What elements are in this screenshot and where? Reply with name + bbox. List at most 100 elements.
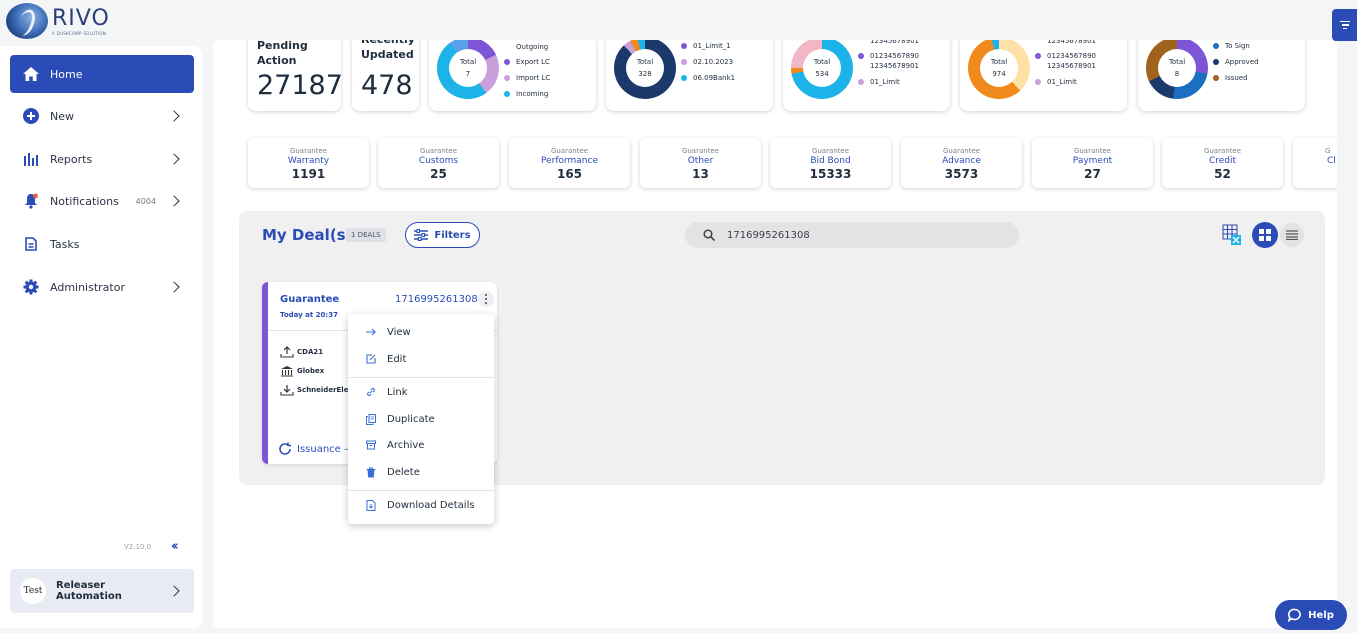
donut-card-limits[interactable]: Total 328 01_Limit_1 02.10.2023 06.09Bank… [606, 40, 773, 111]
donut-total-label: Total [813, 58, 831, 66]
sidebar-item-tasks[interactable]: Tasks [10, 225, 194, 263]
app-logo[interactable]: RIVO A DUSKCOMP SOLUTION [6, 3, 110, 39]
sidebar-item-label: Home [50, 67, 83, 81]
sidebar-item-label: New [50, 109, 74, 123]
donut-card-status[interactable]: Total 8 To Sign Approved Issued [1138, 40, 1305, 111]
chevron-right-icon [168, 281, 180, 293]
link-icon [364, 385, 378, 399]
legend-item: Issued [1213, 74, 1248, 82]
sidebar-item-home[interactable]: Home [10, 55, 194, 93]
stat-card-recent[interactable]: Recently Updated 478 [352, 40, 419, 111]
donut-total-label: Total [459, 58, 477, 66]
sidebar-item-label: Notifications [50, 194, 119, 208]
donut-total: 328 [638, 70, 652, 78]
legend-item: Approved [1213, 58, 1259, 66]
brand-tagline: A DUSKCOMP SOLUTION [52, 30, 107, 36]
donut-total: 8 [1174, 70, 1180, 78]
list-icon [1286, 230, 1298, 240]
download-party-icon [280, 385, 294, 396]
sidebar-item-administrator[interactable]: Administrator [10, 268, 194, 306]
legend-item: Import LC [504, 74, 550, 82]
deal-status: Issuance – [278, 442, 349, 456]
download-doc-icon [364, 498, 378, 512]
filters-label: Filters [434, 229, 471, 241]
legend-item: 12345678901 [1047, 40, 1096, 45]
search-input[interactable]: 1716995261308 [685, 222, 1019, 248]
legend-item: Incoming [504, 90, 548, 98]
guarantee-tile-warranty[interactable]: Guarantee Warranty 1191 [248, 138, 369, 188]
menu-item-view[interactable]: View [348, 319, 494, 345]
donut-card-accounts-a[interactable]: Total 534 12345678901 01234567890 1234567… [783, 40, 950, 111]
user-profile-button[interactable]: Test Releaser Automation [10, 569, 194, 613]
list-view-button[interactable] [1280, 223, 1304, 247]
app-version: V2.10.0 [124, 543, 152, 551]
refresh-icon [279, 442, 291, 455]
donut-chart: Total 8 [1146, 40, 1208, 99]
donut-chart: Total 7 [437, 40, 499, 99]
guarantee-tile-advance[interactable]: Guarantee Advance 3573 [901, 138, 1022, 188]
sidebar-item-notifications[interactable]: Notifications 4004 [10, 182, 194, 220]
guarantee-tile-customs[interactable]: Guarantee Customs 25 [378, 138, 499, 188]
archive-icon [364, 438, 378, 452]
stat-card-pending[interactable]: Pending Action 27187 [248, 40, 341, 111]
guarantee-tile-credit[interactable]: Guarantee Credit 52 [1162, 138, 1283, 188]
party-beneficiary: SchneiderEle [280, 384, 348, 396]
stat-title: Pending Action [257, 40, 308, 67]
divider [348, 490, 494, 491]
notification-count: 4004 [135, 196, 156, 206]
brand-name: RIVO [52, 5, 110, 31]
donut-chart: Total 974 [968, 40, 1030, 99]
legend-item: 06.09Bank1 [681, 74, 735, 82]
arrow-right-icon [364, 325, 378, 339]
guarantee-tile-other[interactable]: Guarantee Other 13 [640, 138, 761, 188]
chevron-right-icon [168, 585, 180, 597]
top-menu-button[interactable] [1332, 9, 1357, 41]
donut-card-accounts-b[interactable]: Total 974 12345678901 01234567890 1234567… [960, 40, 1127, 111]
sidebar-item-label: Reports [50, 152, 93, 166]
search-value: 1716995261308 [727, 229, 810, 241]
menu-item-download-details[interactable]: Download Details [348, 492, 494, 518]
bank-icon [281, 366, 293, 377]
legend-item: Export LC [504, 58, 550, 66]
legend-item: 12345678901 [870, 62, 919, 70]
stat-value: 27187 [257, 70, 341, 101]
bar-chart-icon [22, 150, 40, 168]
edit-icon [364, 352, 378, 366]
legend-item: 01_Limit [858, 78, 900, 86]
deal-id: 1716995261308 [395, 294, 478, 305]
party-applicant: CDA21 [280, 346, 323, 358]
donut-card-transactions[interactable]: Total 7 Outgoing Export LC Import LC Inco… [429, 40, 596, 111]
donut-total: 7 [465, 70, 471, 78]
stat-title: Recently Updated [361, 40, 415, 61]
legend-item: 02.10.2023 [681, 58, 733, 66]
legend-item: Outgoing [516, 43, 549, 51]
legend-item: 01_Limit_1 [681, 42, 731, 50]
sidebar-item-reports[interactable]: Reports [10, 140, 194, 178]
menu-item-archive[interactable]: Archive [348, 432, 494, 458]
grid-view-button[interactable] [1252, 222, 1278, 248]
excel-export-icon[interactable] [1222, 224, 1242, 246]
help-label: Help [1308, 609, 1334, 621]
filter-sliders-icon [414, 229, 429, 241]
legend-item: 12345678901 [870, 40, 919, 45]
legend-item: To Sign [1213, 42, 1250, 50]
guarantee-tile-partial[interactable]: G Cl [1293, 138, 1337, 188]
filters-button[interactable]: Filters [405, 222, 480, 248]
party-bank: Globex [280, 365, 324, 377]
chevron-right-icon [168, 195, 180, 207]
search-icon [703, 229, 715, 241]
guarantee-tile-performance[interactable]: Guarantee Performance 165 [509, 138, 630, 188]
menu-item-edit[interactable]: Edit [348, 346, 494, 372]
menu-item-link[interactable]: Link [348, 379, 494, 405]
bell-icon [22, 192, 40, 210]
sidebar-item-new[interactable]: New [10, 97, 194, 135]
guarantee-tile-bid-bond[interactable]: Guarantee Bid Bond 15333 [770, 138, 891, 188]
guarantee-tile-payment[interactable]: Guarantee Payment 27 [1032, 138, 1153, 188]
deal-options-icon[interactable] [478, 291, 494, 307]
help-button[interactable]: Help [1275, 600, 1347, 630]
menu-item-duplicate[interactable]: Duplicate [348, 406, 494, 432]
legend-item: 01_Limit [1035, 78, 1077, 86]
document-icon [22, 235, 40, 253]
collapse-sidebar-icon[interactable]: ‹‹ [171, 539, 179, 554]
menu-item-delete[interactable]: Delete [348, 459, 494, 485]
